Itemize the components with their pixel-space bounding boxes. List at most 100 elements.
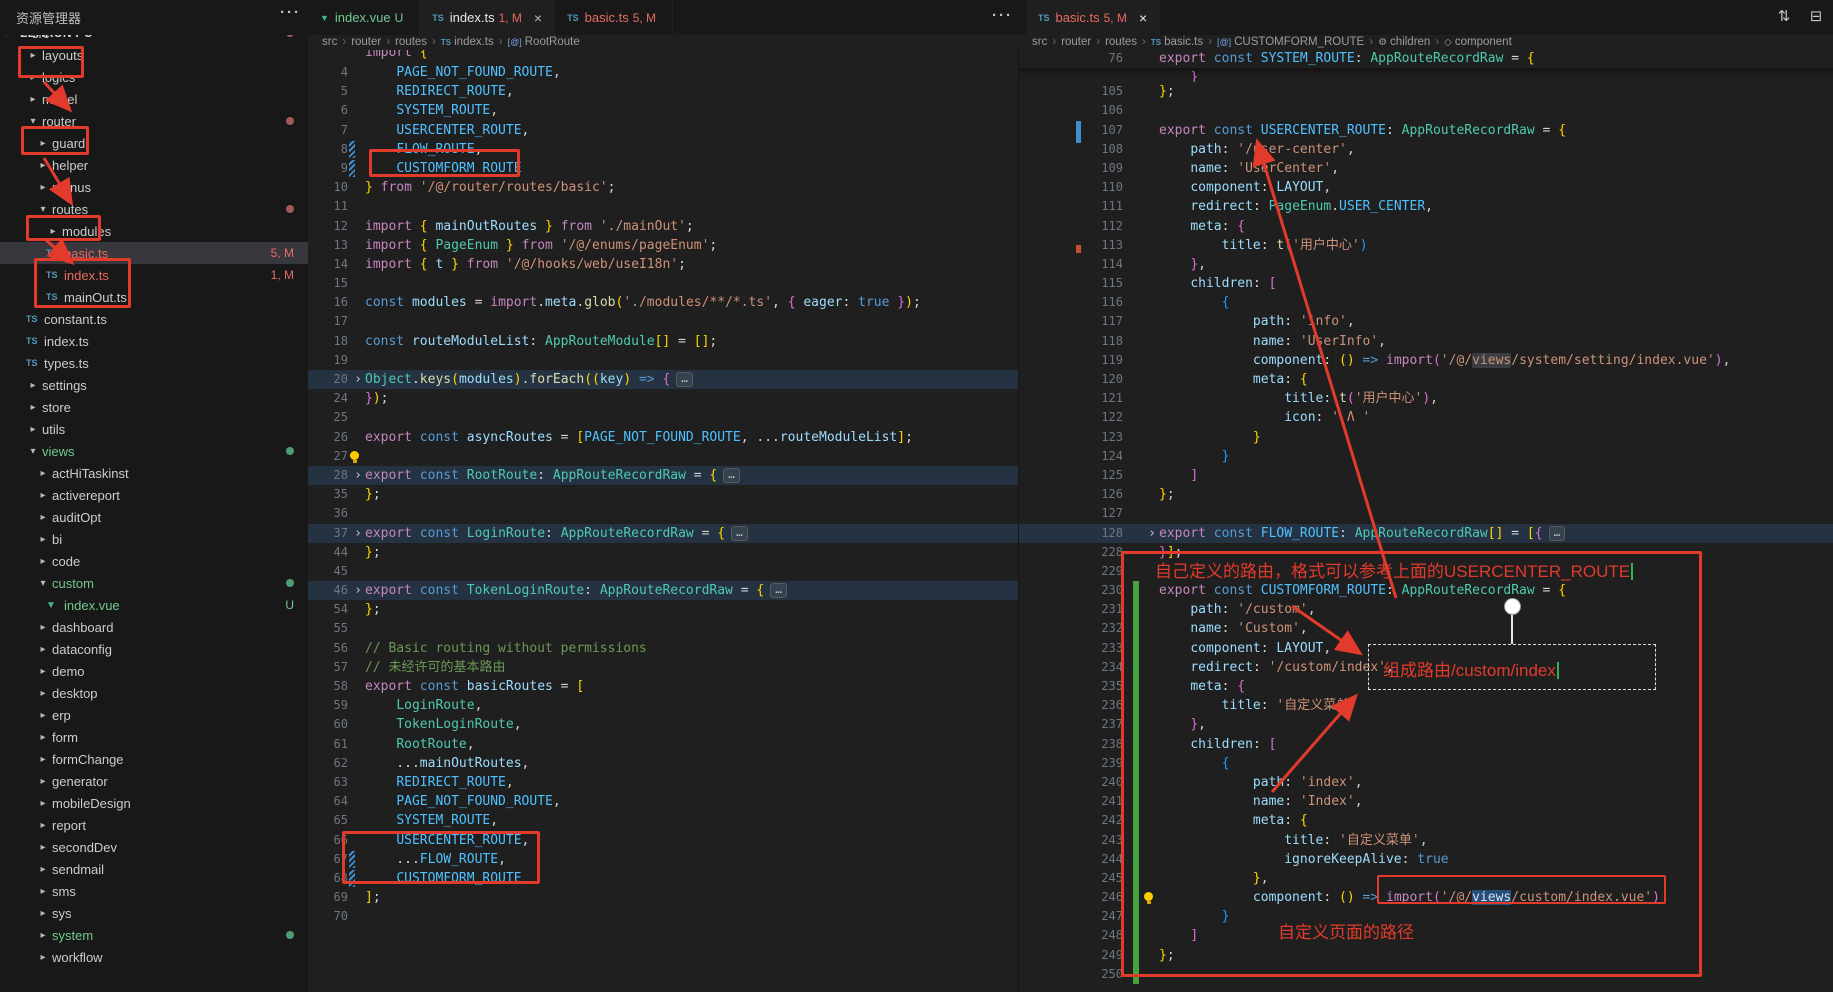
- tree-folder-model[interactable]: ▸model: [0, 88, 308, 110]
- code-line-241[interactable]: 241 name: 'Index',: [1019, 792, 1833, 811]
- code-line-114[interactable]: 114 },: [1019, 255, 1833, 274]
- code-line-18[interactable]: 18const routeModuleList: AppRouteModule[…: [308, 332, 1018, 351]
- code-line-56[interactable]: 56// Basic routing without permissions: [308, 639, 1018, 658]
- tree-folder-sendmail[interactable]: ▸sendmail: [0, 858, 308, 880]
- breadcrumb-item-src[interactable]: src: [322, 36, 337, 48]
- code-line-65[interactable]: 65 SYSTEM_ROUTE,: [308, 811, 1018, 830]
- code-line-62[interactable]: 62 ...mainOutRoutes,: [308, 754, 1018, 773]
- code-line-124[interactable]: 124 }: [1019, 447, 1833, 466]
- tree-folder-dashboard[interactable]: ▸dashboard: [0, 616, 308, 638]
- tree-file-types.ts[interactable]: TStypes.ts: [0, 352, 308, 374]
- fold-ellipsis[interactable]: …: [1549, 526, 1566, 541]
- code-line-126[interactable]: 126};: [1019, 485, 1833, 504]
- code-line-109[interactable]: 109 name: 'UserCenter',: [1019, 159, 1833, 178]
- editor-basic-ts[interactable]: 76export const SYSTEM_ROUTE: AppRouteRec…: [1018, 49, 1833, 992]
- code-line-115[interactable]: 115 children: [: [1019, 274, 1833, 293]
- tree-folder-router[interactable]: ▾router: [0, 110, 308, 132]
- code-line-240[interactable]: 240 path: 'index',: [1019, 773, 1833, 792]
- tree-folder-generator[interactable]: ▸generator: [0, 770, 308, 792]
- code-line-117[interactable]: 117 path: 'info',: [1019, 312, 1833, 331]
- code-line-17[interactable]: 17: [308, 312, 1018, 331]
- tree-folder-system[interactable]: ▸system: [0, 924, 308, 946]
- tree-folder-demo[interactable]: ▸demo: [0, 660, 308, 682]
- fold-ellipsis[interactable]: …: [676, 372, 693, 387]
- code-line-248[interactable]: 248 ]: [1019, 926, 1833, 945]
- tree-folder-layouts[interactable]: ▸layouts: [0, 44, 308, 66]
- split-editor-icon[interactable]: ⇅: [1773, 6, 1795, 28]
- code-line-24[interactable]: 24});: [308, 389, 1018, 408]
- tree-folder-routes[interactable]: ▾routes: [0, 198, 308, 220]
- code-line-231[interactable]: 231 path: '/custom',: [1019, 600, 1833, 619]
- code-line-123[interactable]: 123 }: [1019, 428, 1833, 447]
- rotation-handle[interactable]: [1504, 598, 1521, 615]
- code-line-25[interactable]: 25: [308, 408, 1018, 427]
- code-line-120[interactable]: 120 meta: {: [1019, 370, 1833, 389]
- code-line-125[interactable]: 125 ]: [1019, 466, 1833, 485]
- code-line-7[interactable]: 7 USERCENTER_ROUTE,: [308, 121, 1018, 140]
- tree-folder-desktop[interactable]: ▸desktop: [0, 682, 308, 704]
- code-line-110[interactable]: 110 component: LAYOUT,: [1019, 178, 1833, 197]
- breadcrumb-item-routes[interactable]: routes: [1105, 36, 1137, 48]
- code-line-55[interactable]: 55: [308, 619, 1018, 638]
- editor-index-ts[interactable]: import {4 PAGE_NOT_FOUND_ROUTE,5 REDIREC…: [308, 49, 1018, 992]
- breadcrumb-item-router[interactable]: router: [1061, 36, 1091, 48]
- code-line-66[interactable]: 66 USERCENTER_ROUTE,: [308, 831, 1018, 850]
- tree-folder-form[interactable]: ▸form: [0, 726, 308, 748]
- tree-file-mainOut.ts[interactable]: TSmainOut.ts: [0, 286, 308, 308]
- breadcrumb-item-routes[interactable]: routes: [395, 36, 427, 48]
- code-line-244[interactable]: 244 ignoreKeepAlive: true: [1019, 850, 1833, 869]
- code-line-58[interactable]: 58export const basicRoutes = [: [308, 677, 1018, 696]
- code-line-116[interactable]: 116 {: [1019, 293, 1833, 312]
- breadcrumb-item-index.ts[interactable]: TSindex.ts: [441, 36, 494, 48]
- code-line-243[interactable]: 243 title: '自定义菜单',: [1019, 831, 1833, 850]
- code-line-20[interactable]: 20Object.keys(modules).forEach((key) => …: [308, 370, 1018, 389]
- code-line-45[interactable]: 45: [308, 562, 1018, 581]
- code-line-28[interactable]: 28export const RootRoute: AppRouteRecord…: [308, 466, 1018, 485]
- code-line-57[interactable]: 57// 未经许可的基本路由: [308, 658, 1018, 677]
- editor-layout-icon[interactable]: ⊟: [1805, 6, 1827, 28]
- tree-folder-custom[interactable]: ▾custom: [0, 572, 308, 594]
- code-line-64[interactable]: 64 PAGE_NOT_FOUND_ROUTE,: [308, 792, 1018, 811]
- tree-folder-guard[interactable]: ▸guard: [0, 132, 308, 154]
- tree-file-index.vue[interactable]: ▼index.vueU: [0, 594, 308, 616]
- code-line-237[interactable]: 237 },: [1019, 715, 1833, 734]
- lightbulb-icon[interactable]: [350, 451, 359, 460]
- fold-ellipsis[interactable]: …: [731, 526, 748, 541]
- code-line-44[interactable]: 44};: [308, 543, 1018, 562]
- tree-file-index.ts[interactable]: TSindex.ts: [0, 330, 308, 352]
- fold-ellipsis[interactable]: …: [770, 583, 787, 598]
- tree-folder-menus[interactable]: ▸menus: [0, 176, 308, 198]
- code-line-27[interactable]: 27: [308, 447, 1018, 466]
- sticky-scroll-line[interactable]: 76export const SYSTEM_ROUTE: AppRouteRec…: [1019, 49, 1833, 68]
- close-icon[interactable]: ×: [532, 10, 544, 26]
- code-line-232[interactable]: 232 name: 'Custom',: [1019, 619, 1833, 638]
- code-line-236[interactable]: 236 title: '自定义菜单': [1019, 696, 1833, 715]
- code-line-250[interactable]: 250: [1019, 965, 1833, 984]
- code-line-8[interactable]: 8 FLOW_ROUTE,: [308, 140, 1018, 159]
- code-line-partial[interactable]: import {: [308, 50, 1018, 63]
- code-line-119[interactable]: 119 component: () => import('/@/views/sy…: [1019, 351, 1833, 370]
- breadcrumb-item-basic.ts[interactable]: TSbasic.ts: [1151, 36, 1203, 48]
- code-line-4[interactable]: 4 PAGE_NOT_FOUND_ROUTE,: [308, 63, 1018, 82]
- tree-folder-auditOpt[interactable]: ▸auditOpt: [0, 506, 308, 528]
- code-line-127[interactable]: 127: [1019, 504, 1833, 523]
- code-line-13[interactable]: 13import { PageEnum } from '/@/enums/pag…: [308, 236, 1018, 255]
- code-line-106[interactable]: 106: [1019, 101, 1833, 120]
- code-line-108[interactable]: 108 path: '/user-center',: [1019, 140, 1833, 159]
- code-line-9[interactable]: 9 CUSTOMFORM_ROUTE: [308, 159, 1018, 178]
- tree-folder-store[interactable]: ▸store: [0, 396, 308, 418]
- code-line-partial[interactable]: }: [1019, 68, 1833, 82]
- tree-folder-bi[interactable]: ▸bi: [0, 528, 308, 550]
- tree-file-index.ts[interactable]: TSindex.ts1, M: [0, 264, 308, 286]
- code-line-5[interactable]: 5 REDIRECT_ROUTE,: [308, 82, 1018, 101]
- code-line-15[interactable]: 15: [308, 274, 1018, 293]
- code-line-60[interactable]: 60 TokenLoginRoute,: [308, 715, 1018, 734]
- code-line-128[interactable]: 128export const FLOW_ROUTE: AppRouteReco…: [1019, 524, 1833, 543]
- tree-file-constant.ts[interactable]: TSconstant.ts: [0, 308, 308, 330]
- tree-folder-sys[interactable]: ▸sys: [0, 902, 308, 924]
- code-line-239[interactable]: 239 {: [1019, 754, 1833, 773]
- breadcrumb-item-component[interactable]: ◇component: [1444, 36, 1512, 48]
- tree-folder-erp[interactable]: ▸erp: [0, 704, 308, 726]
- breadcrumb-item-children[interactable]: ⚙children: [1378, 36, 1430, 48]
- tree-folder-workflow[interactable]: ▸workflow: [0, 946, 308, 968]
